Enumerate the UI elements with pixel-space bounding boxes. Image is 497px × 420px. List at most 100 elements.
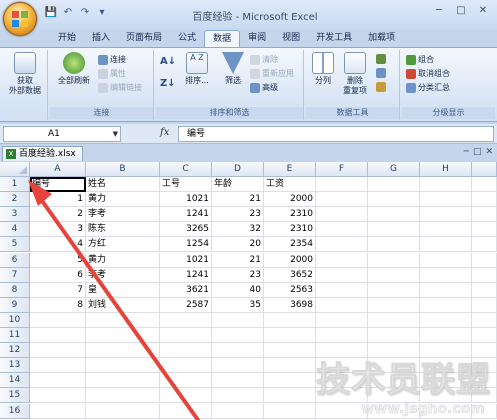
table-cell[interactable] (316, 237, 368, 253)
row-header[interactable]: 12 (0, 343, 30, 359)
row-header[interactable]: 7 (0, 267, 30, 283)
text-to-columns-button[interactable]: 分列 (308, 52, 338, 86)
select-all-corner[interactable] (0, 162, 30, 177)
tab-review[interactable]: 审阅 (240, 30, 274, 48)
row-header[interactable]: 15 (0, 388, 30, 404)
maximize-button[interactable]: □ (451, 3, 471, 19)
table-cell[interactable] (212, 358, 264, 374)
table-cell[interactable]: 5 (30, 252, 86, 268)
table-cell[interactable] (368, 282, 420, 298)
table-cell[interactable] (264, 328, 316, 344)
row-header[interactable]: 10 (0, 312, 30, 328)
table-cell[interactable]: 2563 (264, 282, 316, 298)
table-cell[interactable]: 21 (212, 252, 264, 268)
table-cell[interactable]: 32 (212, 222, 264, 238)
table-cell[interactable]: 黄力 (86, 192, 160, 208)
table-cell[interactable] (160, 373, 212, 389)
table-cell[interactable] (264, 388, 316, 404)
table-cell[interactable] (368, 237, 420, 253)
table-cell[interactable]: 1241 (160, 207, 212, 223)
formula-input[interactable]: 编号 (178, 126, 494, 142)
table-cell[interactable] (368, 192, 420, 208)
table-cell[interactable]: 方红 (86, 237, 160, 253)
table-cell[interactable] (420, 282, 472, 298)
table-cell[interactable] (472, 252, 497, 268)
remove-duplicates-button[interactable]: 删除 重复项 (338, 52, 372, 96)
table-cell[interactable] (368, 312, 420, 328)
table-cell[interactable] (160, 328, 212, 344)
ungroup-button[interactable]: 取消组合 (406, 68, 450, 79)
table-cell[interactable] (30, 343, 86, 359)
table-cell[interactable] (472, 267, 497, 283)
table-cell[interactable]: 黄力 (86, 252, 160, 268)
get-external-data-button[interactable]: 获取 外部数据 (4, 52, 46, 96)
table-cell[interactable] (420, 207, 472, 223)
table-cell[interactable] (30, 358, 86, 374)
row-header[interactable]: 1 (0, 177, 30, 193)
subtotal-button[interactable]: 分类汇总 (406, 82, 450, 93)
column-header[interactable]: G (368, 162, 420, 177)
row-header[interactable]: 3 (0, 207, 30, 223)
table-cell[interactable] (160, 358, 212, 374)
filter-button[interactable]: 筛选 (218, 52, 248, 86)
workbook-tab[interactable]: X 百度经验.xlsx (2, 146, 83, 161)
tab-page-layout[interactable]: 页面布局 (118, 30, 170, 48)
table-cell[interactable] (86, 373, 160, 389)
column-header[interactable]: D (212, 162, 264, 177)
table-cell[interactable] (86, 312, 160, 328)
workbook-minimize-button[interactable]: ─ (464, 147, 469, 157)
table-cell[interactable]: 2587 (160, 297, 212, 313)
table-cell[interactable] (420, 252, 472, 268)
table-cell[interactable]: 1021 (160, 192, 212, 208)
table-cell[interactable] (368, 267, 420, 283)
table-cell[interactable] (316, 267, 368, 283)
table-cell[interactable] (86, 388, 160, 404)
row-header[interactable]: 5 (0, 237, 30, 253)
row-header[interactable]: 14 (0, 373, 30, 389)
table-cell[interactable]: 23 (212, 207, 264, 223)
table-cell[interactable]: 2354 (264, 237, 316, 253)
tab-developer[interactable]: 开发工具 (308, 30, 360, 48)
table-cell[interactable] (368, 328, 420, 344)
table-cell[interactable] (212, 403, 264, 419)
row-header[interactable]: 4 (0, 222, 30, 238)
table-cell[interactable] (316, 328, 368, 344)
tab-formulas[interactable]: 公式 (170, 30, 204, 48)
table-cell[interactable]: 陈东 (86, 222, 160, 238)
table-cell[interactable] (86, 343, 160, 359)
table-cell[interactable]: 8 (30, 297, 86, 313)
table-cell[interactable] (472, 312, 497, 328)
sort-az-icon[interactable]: A↓ (160, 56, 176, 67)
tab-insert[interactable]: 插入 (84, 30, 118, 48)
table-cell[interactable]: 6 (30, 267, 86, 283)
tab-home[interactable]: 开始 (50, 30, 84, 48)
table-cell[interactable] (368, 177, 420, 193)
row-header[interactable]: 16 (0, 403, 30, 419)
table-cell[interactable]: 工号 (160, 177, 212, 193)
column-header[interactable]: A (30, 162, 86, 177)
table-cell[interactable]: 刘钱 (86, 297, 160, 313)
table-cell[interactable] (420, 177, 472, 193)
properties-button[interactable]: 属性 (98, 68, 126, 79)
workbook-maximize-button[interactable]: □ (473, 147, 482, 157)
table-cell[interactable] (316, 192, 368, 208)
table-cell[interactable] (420, 312, 472, 328)
table-cell[interactable] (86, 328, 160, 344)
table-cell[interactable] (264, 373, 316, 389)
office-button[interactable] (3, 2, 37, 36)
save-icon[interactable]: 💾 (44, 6, 58, 20)
table-cell[interactable]: 编号 (30, 177, 86, 193)
table-cell[interactable] (264, 358, 316, 374)
table-cell[interactable] (212, 312, 264, 328)
row-header[interactable]: 2 (0, 192, 30, 208)
table-cell[interactable]: 姓名 (86, 177, 160, 193)
table-cell[interactable] (160, 343, 212, 359)
table-cell[interactable] (316, 312, 368, 328)
table-cell[interactable]: 20 (212, 237, 264, 253)
consolidate-icon[interactable] (376, 68, 386, 78)
table-cell[interactable] (472, 237, 497, 253)
table-cell[interactable] (316, 297, 368, 313)
table-cell[interactable] (30, 328, 86, 344)
tab-add-ins[interactable]: 加载项 (360, 30, 403, 48)
table-cell[interactable]: 1254 (160, 237, 212, 253)
